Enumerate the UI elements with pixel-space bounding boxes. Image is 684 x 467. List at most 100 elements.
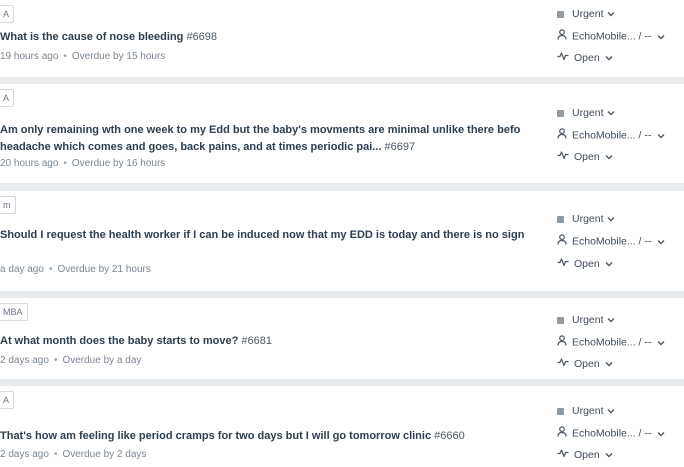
ticket-title[interactable]: Should I request the health worker if I … — [0, 227, 540, 244]
chevron-down-icon — [657, 129, 665, 143]
chevron-down-icon — [657, 235, 665, 249]
priority-label: Urgent — [572, 8, 604, 20]
status-dropdown[interactable]: Open — [557, 448, 613, 462]
ticket-title[interactable]: That's how am feeling like period cramps… — [0, 428, 540, 445]
chevron-down-icon — [605, 357, 613, 371]
person-icon — [557, 234, 568, 249]
activity-pulse-icon — [557, 51, 570, 65]
meta-separator: • — [53, 449, 58, 460]
requester-tag: m — [0, 196, 16, 214]
chevron-down-icon — [657, 427, 665, 441]
status-label: Open — [574, 449, 600, 461]
ticket-card[interactable]: m Should I request the health worker if I… — [0, 191, 684, 291]
status-dropdown[interactable]: Open — [557, 257, 613, 271]
status-label: Open — [574, 258, 600, 270]
group-label: EchoMobile... — [572, 235, 636, 248]
priority-label: Urgent — [572, 405, 604, 417]
ticket-list: A What is the cause of nose bleeding #669… — [0, 0, 684, 467]
chevron-down-icon — [607, 212, 615, 226]
group-label: EchoMobile... — [572, 30, 636, 43]
agent-label: / -- — [638, 427, 652, 440]
priority-label: Urgent — [572, 314, 604, 326]
agent-label: / -- — [638, 129, 652, 142]
priority-square-icon — [557, 407, 564, 415]
ticket-number[interactable]: #6697 — [385, 141, 416, 153]
ticket-title[interactable]: What is the cause of nose bleeding #6698 — [0, 29, 540, 46]
ticket-subject: That's how am feeling like period cramps… — [0, 430, 432, 442]
priority-dropdown[interactable]: Urgent — [557, 313, 615, 327]
requester-tag: A — [0, 89, 15, 107]
assignee-dropdown[interactable]: EchoMobile... / -- — [557, 234, 665, 249]
ticket-meta: 20 hours ago • Overdue by 16 hours — [0, 157, 165, 171]
ticket-subject: Am only remaining wth one week to my Edd… — [0, 124, 521, 136]
ticket-title[interactable]: Am only remaining wth one week to my Edd… — [0, 122, 540, 156]
status-dropdown[interactable]: Open — [557, 51, 613, 65]
ticket-subject: At what month does the baby starts to mo… — [0, 335, 239, 347]
ticket-subject: Should I request the health worker if I … — [0, 229, 525, 241]
chevron-down-icon — [657, 30, 665, 44]
chevron-down-icon — [605, 51, 613, 65]
due-status: Overdue by 16 hours — [71, 158, 166, 169]
chevron-down-icon — [605, 448, 613, 462]
priority-dropdown[interactable]: Urgent — [557, 106, 615, 120]
activity-pulse-icon — [557, 448, 570, 462]
person-icon — [557, 335, 568, 350]
ticket-card[interactable]: A Am only remaining wth one week to my Ed… — [0, 84, 684, 183]
priority-square-icon — [557, 215, 564, 223]
activity-pulse-icon — [557, 357, 570, 371]
ticket-number[interactable]: #6698 — [186, 31, 217, 43]
status-dropdown[interactable]: Open — [557, 150, 613, 164]
chevron-down-icon — [605, 150, 613, 164]
due-status: Overdue by 21 hours — [57, 264, 151, 275]
status-dropdown[interactable]: Open — [557, 357, 613, 371]
chevron-down-icon — [607, 313, 615, 327]
ticket-card[interactable]: A What is the cause of nose bleeding #669… — [0, 0, 684, 77]
requester-tag: MBA — [0, 303, 28, 321]
ticket-meta: 2 days ago • Overdue by 2 days — [0, 448, 146, 462]
created-time: a day ago — [0, 264, 44, 275]
meta-separator: • — [63, 51, 67, 62]
meta-separator: • — [53, 355, 58, 366]
priority-square-icon — [557, 316, 564, 324]
ticket-number[interactable]: #6681 — [241, 335, 272, 347]
activity-pulse-icon — [557, 150, 570, 164]
agent-label: / -- — [638, 235, 652, 248]
created-time: 2 days ago — [0, 355, 49, 366]
priority-dropdown[interactable]: Urgent — [557, 404, 615, 418]
priority-label: Urgent — [572, 213, 604, 225]
ticket-card[interactable]: MBA At what month does the baby starts to… — [0, 298, 684, 379]
assignee-dropdown[interactable]: EchoMobile... / -- — [557, 128, 665, 143]
priority-dropdown[interactable]: Urgent — [557, 212, 615, 226]
agent-label: / -- — [638, 336, 652, 349]
created-time: 19 hours ago — [0, 51, 59, 62]
assignee-dropdown[interactable]: EchoMobile... / -- — [557, 29, 665, 44]
group-label: EchoMobile... — [572, 129, 636, 142]
group-label: EchoMobile... — [572, 336, 636, 349]
chevron-down-icon — [607, 7, 615, 21]
ticket-meta: 2 days ago • Overdue by a day — [0, 354, 141, 368]
due-status: Overdue by 2 days — [62, 449, 147, 460]
ticket-card[interactable]: A That's how am feeling like period cramp… — [0, 386, 684, 467]
priority-dropdown[interactable]: Urgent — [557, 7, 615, 21]
chevron-down-icon — [657, 336, 665, 350]
due-status: Overdue by a day — [62, 355, 142, 366]
ticket-number[interactable]: #6660 — [434, 430, 465, 442]
group-label: EchoMobile... — [572, 427, 636, 440]
assignee-dropdown[interactable]: EchoMobile... / -- — [557, 426, 665, 441]
chevron-down-icon — [607, 404, 615, 418]
chevron-down-icon — [607, 106, 615, 120]
ticket-meta: 19 hours ago • Overdue by 15 hours — [0, 50, 165, 64]
status-label: Open — [574, 151, 600, 163]
chevron-down-icon — [605, 257, 613, 271]
requester-tag: A — [0, 391, 15, 409]
ticket-title[interactable]: At what month does the baby starts to mo… — [0, 333, 540, 350]
meta-separator: • — [48, 264, 53, 275]
person-icon — [557, 29, 568, 44]
created-time: 2 days ago — [0, 449, 49, 460]
activity-pulse-icon — [557, 257, 570, 271]
assignee-dropdown[interactable]: EchoMobile... / -- — [557, 335, 665, 350]
ticket-subject-continued: headache which comes and goes, back pain… — [0, 141, 382, 153]
ticket-meta: a day ago • Overdue by 21 hours — [0, 263, 151, 277]
requester-tag: A — [0, 5, 15, 23]
created-time: 20 hours ago — [0, 158, 59, 169]
